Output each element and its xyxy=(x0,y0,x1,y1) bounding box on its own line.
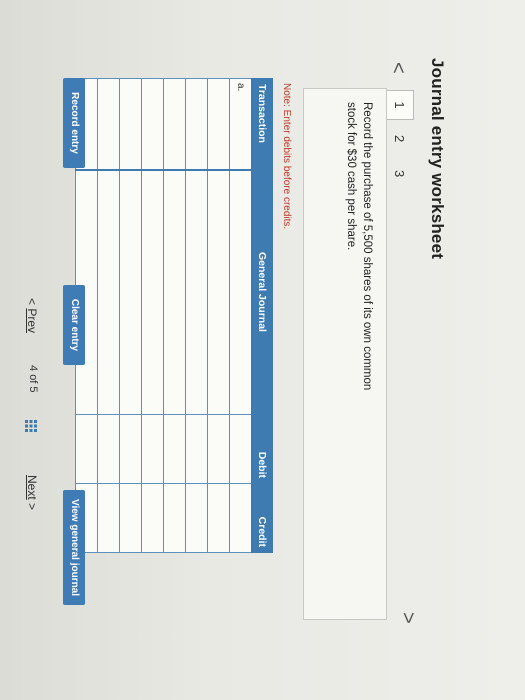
transaction-cell xyxy=(207,78,230,170)
account-cell[interactable] xyxy=(141,169,164,415)
account-cell[interactable] xyxy=(207,169,230,415)
transaction-cell xyxy=(185,78,208,170)
transaction-cell xyxy=(119,78,142,170)
table-row xyxy=(97,78,120,553)
journal-table: Transaction General Journal Debit Credit… xyxy=(75,78,273,553)
header-transaction: Transaction xyxy=(251,78,273,170)
view-general-journal-button[interactable]: View general journal xyxy=(63,490,85,605)
grid-icon[interactable] xyxy=(25,420,37,432)
debit-cell[interactable] xyxy=(97,414,120,484)
step-tab-2[interactable]: 2 xyxy=(392,135,407,142)
note-text: Note: Enter debits before credits. xyxy=(281,83,292,230)
credit-cell[interactable] xyxy=(119,483,142,553)
chevron-left-icon[interactable]: < xyxy=(386,62,409,74)
credit-cell[interactable] xyxy=(141,483,164,553)
next-link[interactable]: Next > xyxy=(25,475,39,510)
next-label: Next xyxy=(25,475,39,500)
chevron-right-icon: > xyxy=(25,503,39,511)
credit-cell[interactable] xyxy=(163,483,186,553)
table-row xyxy=(163,78,186,553)
table-row xyxy=(185,78,208,553)
credit-cell[interactable] xyxy=(207,483,230,553)
chevron-right-icon[interactable]: > xyxy=(396,612,419,624)
transaction-cell xyxy=(163,78,186,170)
debit-cell[interactable] xyxy=(207,414,230,484)
header-debit: Debit xyxy=(251,414,273,484)
debit-cell[interactable] xyxy=(185,414,208,484)
photo-frame: Journal entry worksheet < 1 2 3 > Record… xyxy=(0,0,525,700)
instruction-text: Record the purchase of 5,500 shares of i… xyxy=(345,102,373,391)
journal-entry-worksheet: Journal entry worksheet < 1 2 3 > Record… xyxy=(0,0,525,700)
step-tab-1[interactable]: 1 xyxy=(385,90,414,120)
page-total: of 5 xyxy=(27,374,39,393)
page-counter: 4 of 5 xyxy=(27,365,39,393)
prev-link[interactable]: < Prev xyxy=(25,298,39,333)
account-cell[interactable] xyxy=(185,169,208,415)
account-cell[interactable] xyxy=(229,169,252,415)
clear-entry-button[interactable]: Clear entry xyxy=(63,285,85,365)
table-row: a. xyxy=(229,78,252,553)
table-row xyxy=(207,78,230,553)
header-credit: Credit xyxy=(251,483,273,553)
account-cell[interactable] xyxy=(119,169,142,415)
debit-cell[interactable] xyxy=(229,414,252,484)
step-tab-3[interactable]: 3 xyxy=(392,170,407,177)
chevron-left-icon: < xyxy=(25,298,39,306)
credit-cell[interactable] xyxy=(185,483,208,553)
table-header-row: Transaction General Journal Debit Credit xyxy=(251,78,273,553)
credit-cell[interactable] xyxy=(97,483,120,553)
prev-label: Prev xyxy=(25,308,39,334)
debit-cell[interactable] xyxy=(141,414,164,484)
debit-cell[interactable] xyxy=(119,414,142,484)
table-row xyxy=(119,78,142,553)
transaction-cell xyxy=(141,78,164,170)
account-cell[interactable] xyxy=(97,169,120,415)
page-title: Journal entry worksheet xyxy=(428,58,447,260)
transaction-cell xyxy=(97,78,120,170)
table-body: a. xyxy=(75,78,252,553)
header-general-journal: General Journal xyxy=(251,169,273,415)
transaction-cell: a. xyxy=(229,78,252,170)
table-row xyxy=(141,78,164,553)
record-entry-button[interactable]: Record entry xyxy=(63,78,85,168)
credit-cell[interactable] xyxy=(229,483,252,553)
debit-cell[interactable] xyxy=(75,414,98,484)
account-cell[interactable] xyxy=(163,169,186,415)
current-page: 4 xyxy=(27,365,39,372)
debit-cell[interactable] xyxy=(163,414,186,484)
